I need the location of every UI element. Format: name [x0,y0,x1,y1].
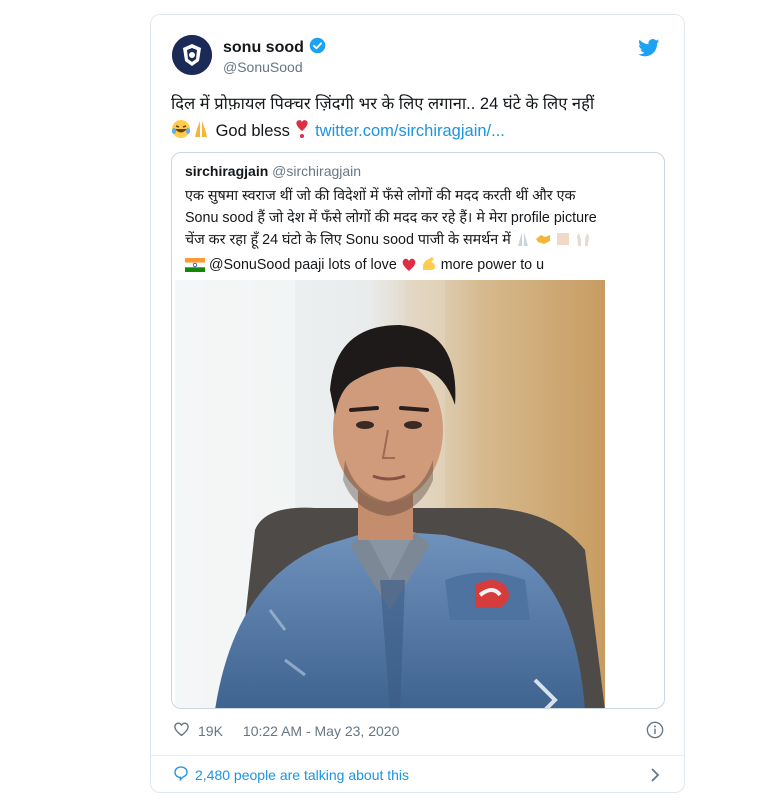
laughing-emoji-icon [171,119,191,148]
tweet-text-god-bless: God bless [215,122,290,140]
quoted-photo[interactable] [175,280,605,708]
quoted-text-line3: चेंज कर रहा हूँ 24 घंटो के लिए Sonu sood… [185,232,511,248]
quoted-text-line2: Sonu sood हैं जो देश में फँसे लोगों की म… [185,210,597,226]
tweet-timestamp[interactable]: 10:22 AM - May 23, 2020 [243,723,399,739]
tweet-meta: 19K 10:22 AM - May 23, 2020 [173,721,399,740]
india-flag-icon [185,257,205,279]
verified-badge-icon [309,37,326,59]
chevron-right-icon[interactable] [650,767,660,788]
red-heart-emoji-icon [401,257,417,279]
skin-tone-emoji-icon [555,231,571,254]
quoted-mention: @SonuSood paaji lots of love [208,257,397,273]
tweet-link[interactable]: twitter.com/sirchiragjain/... [315,122,505,140]
quoted-text-line1: एक सुषमा स्वराज थीं जो की विदेशों में फँ… [185,188,576,204]
like-count[interactable]: 19K [198,723,223,739]
quoted-text-end: more power to u [440,257,545,273]
raised-hands-emoji-icon [575,231,591,254]
handshake-emoji-icon [535,231,551,254]
quoted-text: एक सुषमा स्वराज थीं जो की विदेशों में फँ… [185,185,655,279]
quoted-author-handle: @sirchiragjain [272,163,362,179]
comment-bubble-icon [173,765,189,784]
heart-outline-icon[interactable] [173,721,190,740]
conversation-link[interactable]: 2,480 people are talking about this [173,765,409,784]
quoted-tweet[interactable]: sirchiragjain @sirchiragjain एक सुषमा स्… [171,152,665,709]
tweet-card: sonu sood @SonuSood दिल में प्रोफ़ायल पि… [150,14,685,793]
avatar[interactable] [172,35,212,75]
author-handle[interactable]: @SonuSood [223,59,303,75]
author-name[interactable]: sonu sood [223,39,304,57]
heart-exclamation-emoji-icon [294,119,310,148]
tweet-text-line1: दिल में प्रोफ़ायल पिक्चर ज़िंदगी भर के ल… [171,95,595,113]
folded-hands-emoji-icon [191,119,211,148]
conversation-count[interactable]: 2,480 people are talking about this [195,767,409,783]
folded-hands-emoji-icon [515,231,531,254]
tweet-text: दिल में प्रोफ़ायल पिक्चर ज़िंदगी भर के ल… [171,91,671,148]
info-icon[interactable] [646,721,664,744]
quoted-author-name: sirchiragjain [185,163,269,179]
flexed-biceps-emoji-icon [421,256,437,279]
twitter-bird-icon[interactable] [638,39,660,62]
divider [151,755,684,756]
